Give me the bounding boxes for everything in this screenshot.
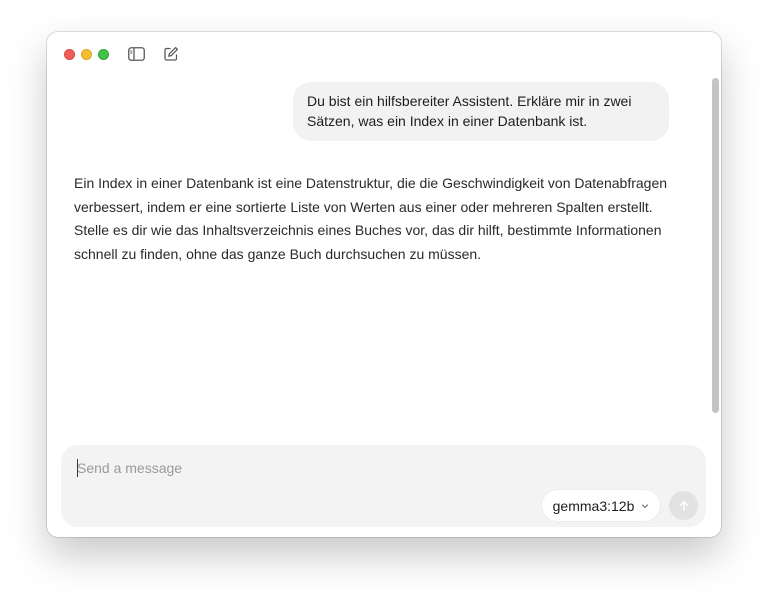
send-button[interactable] (669, 491, 698, 520)
conversation-view: Du bist ein hilfsbereiter Assistent. Erk… (47, 76, 709, 436)
new-chat-button[interactable] (162, 45, 180, 63)
compose-icon (164, 46, 179, 61)
app-window: Du bist ein hilfsbereiter Assistent. Erk… (47, 32, 721, 537)
title-bar (47, 32, 721, 76)
toggle-sidebar-button[interactable] (127, 45, 145, 63)
user-message-text: Du bist ein hilfsbereiter Assistent. Erk… (307, 93, 632, 129)
assistant-message-text: Ein Index in einer Datenbank ist eine Da… (74, 175, 668, 262)
arrow-up-icon (679, 500, 688, 511)
maximize-window-button[interactable] (98, 49, 109, 60)
model-selector-label: gemma3:12b (552, 497, 635, 514)
close-window-button[interactable] (64, 49, 75, 60)
message-input[interactable] (77, 458, 597, 478)
conversation-scrollbar[interactable] (709, 76, 721, 516)
scrollbar-thumb[interactable] (712, 78, 719, 413)
chevron-down-icon (641, 502, 649, 510)
message-composer: gemma3:12b (61, 445, 706, 527)
user-message-bubble: Du bist ein hilfsbereiter Assistent. Erk… (293, 82, 669, 141)
minimize-window-button[interactable] (81, 49, 92, 60)
sidebar-icon (127, 47, 145, 61)
model-selector[interactable]: gemma3:12b (542, 490, 660, 521)
